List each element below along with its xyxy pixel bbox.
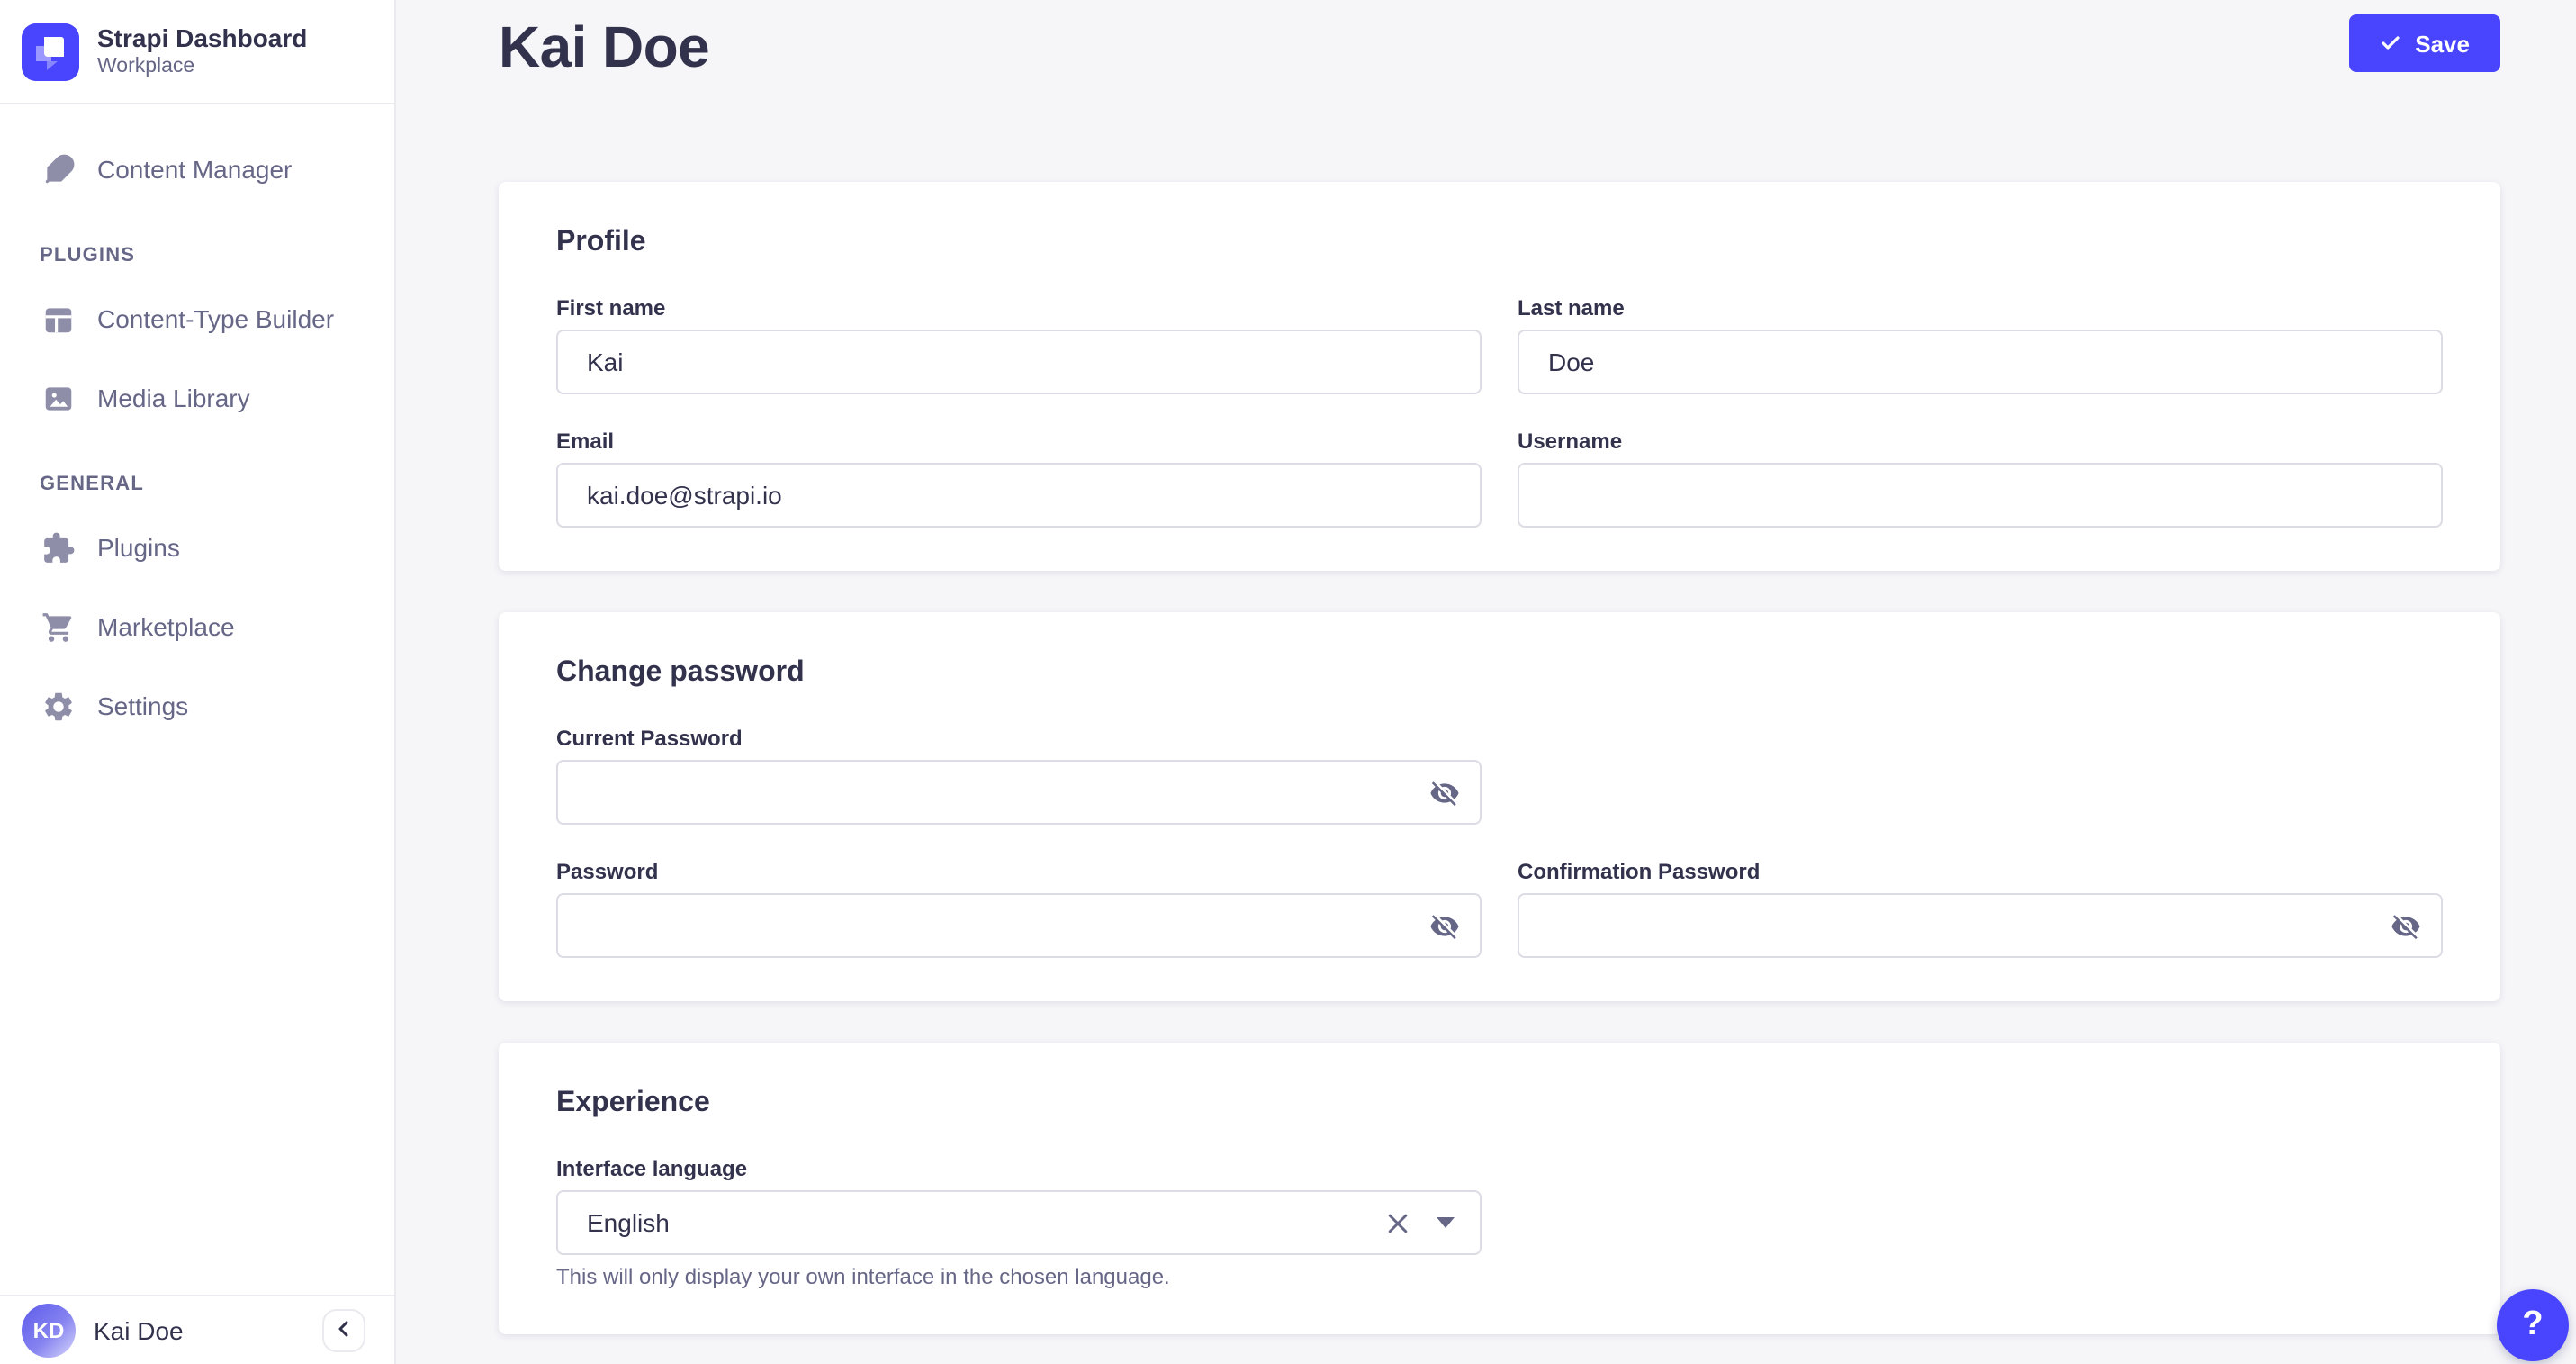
workspace-text: Strapi Dashboard Workplace bbox=[97, 23, 307, 80]
save-button-label: Save bbox=[2415, 30, 2470, 57]
eye-off-icon bbox=[1428, 777, 1459, 808]
password-section-title: Change password bbox=[556, 655, 2443, 691]
empty-grid-cell bbox=[1518, 724, 2443, 825]
app-title: Strapi Dashboard bbox=[97, 23, 307, 52]
workspace-name: Workplace bbox=[97, 56, 307, 79]
user-name: Kai Doe bbox=[94, 1316, 184, 1345]
feather-icon bbox=[40, 151, 76, 187]
sidebar-footer: KD Kai Doe bbox=[0, 1295, 394, 1364]
close-icon bbox=[1383, 1209, 1410, 1236]
layout-icon bbox=[40, 301, 76, 337]
first-name-label: First name bbox=[556, 294, 1482, 322]
last-name-input[interactable] bbox=[1518, 330, 2443, 394]
sidebar-item-content-type-builder[interactable]: Content-Type Builder bbox=[0, 286, 394, 351]
email-label: Email bbox=[556, 427, 1482, 456]
sidebar-item-label: Media Library bbox=[97, 384, 250, 412]
page-header: Kai Doe Save bbox=[499, 11, 2500, 182]
first-name-field-group: First name bbox=[556, 294, 1482, 394]
current-password-input[interactable] bbox=[556, 760, 1482, 825]
sidebar-nav: Content Manager PLUGINS Content-Type Bui… bbox=[0, 104, 394, 1295]
first-name-input[interactable] bbox=[556, 330, 1482, 394]
sidebar-item-marketplace[interactable]: Marketplace bbox=[0, 594, 394, 659]
clear-language-button[interactable] bbox=[1379, 1205, 1415, 1241]
toggle-current-password-visibility-button[interactable] bbox=[1424, 772, 1464, 812]
picture-icon bbox=[40, 380, 76, 416]
sidebar-section-plugins: PLUGINS bbox=[40, 245, 394, 266]
confirm-password-field-group: Confirmation Password bbox=[1518, 857, 2443, 958]
toggle-password-visibility-button[interactable] bbox=[1424, 906, 1464, 945]
sidebar-item-settings[interactable]: Settings bbox=[0, 673, 394, 738]
sidebar-section-general: GENERAL bbox=[40, 474, 394, 495]
eye-off-icon bbox=[2390, 910, 2420, 941]
username-field-group: Username bbox=[1518, 427, 2443, 528]
chevron-down-icon bbox=[1437, 1217, 1455, 1228]
save-button[interactable]: Save bbox=[2348, 14, 2500, 72]
password-field-group: Password bbox=[556, 857, 1482, 958]
current-password-label: Current Password bbox=[556, 724, 1482, 753]
sidebar-item-label: Plugins bbox=[97, 533, 180, 562]
confirm-password-input[interactable] bbox=[1518, 893, 2443, 958]
toggle-confirm-password-visibility-button[interactable] bbox=[2385, 906, 2425, 945]
help-button[interactable]: ? bbox=[2497, 1289, 2569, 1361]
username-label: Username bbox=[1518, 427, 2443, 456]
password-input[interactable] bbox=[556, 893, 1482, 958]
email-field[interactable] bbox=[556, 463, 1482, 528]
interface-language-value: English bbox=[587, 1208, 670, 1237]
eye-off-icon bbox=[1428, 910, 1459, 941]
gear-icon bbox=[40, 688, 76, 724]
chevron-left-icon bbox=[333, 1317, 355, 1344]
sidebar-item-label: Settings bbox=[97, 691, 188, 720]
email-field-group: Email bbox=[556, 427, 1482, 528]
empty-grid-cell bbox=[1518, 1154, 2443, 1291]
interface-language-field-group: Interface language English bbox=[556, 1154, 1482, 1291]
interface-language-label: Interface language bbox=[556, 1154, 1482, 1183]
main-content: Kai Doe Save Profile First name bbox=[396, 0, 2576, 1364]
puzzle-icon bbox=[40, 529, 76, 565]
sidebar-item-label: Content Manager bbox=[97, 155, 292, 184]
page-title: Kai Doe bbox=[499, 14, 709, 81]
last-name-field-group: Last name bbox=[1518, 294, 2443, 394]
last-name-label: Last name bbox=[1518, 294, 2443, 322]
password-label: Password bbox=[556, 857, 1482, 886]
sidebar-item-plugins[interactable]: Plugins bbox=[0, 515, 394, 580]
avatar[interactable]: KD bbox=[22, 1304, 76, 1358]
current-password-field-group: Current Password bbox=[556, 724, 1482, 825]
strapi-logo-icon bbox=[22, 23, 79, 80]
check-icon bbox=[2379, 32, 2400, 54]
sidebar-item-label: Content-Type Builder bbox=[97, 304, 334, 333]
strapi-admin-app: Strapi Dashboard Workplace Content Manag… bbox=[0, 0, 2576, 1364]
confirm-password-label: Confirmation Password bbox=[1518, 857, 2443, 886]
open-language-dropdown-button[interactable] bbox=[1433, 1210, 1458, 1235]
workspace-header[interactable]: Strapi Dashboard Workplace bbox=[0, 0, 394, 104]
profile-section-title: Profile bbox=[556, 225, 2443, 261]
change-password-card: Change password Current Password bbox=[499, 612, 2500, 1001]
sidebar: Strapi Dashboard Workplace Content Manag… bbox=[0, 0, 396, 1364]
interface-language-help: This will only display your own interfac… bbox=[556, 1262, 1482, 1291]
profile-card: Profile First name Last name bbox=[499, 182, 2500, 571]
username-field[interactable] bbox=[1518, 463, 2443, 528]
sidebar-collapse-button[interactable] bbox=[322, 1309, 365, 1352]
sidebar-item-media-library[interactable]: Media Library bbox=[0, 366, 394, 430]
interface-language-select[interactable]: English bbox=[556, 1190, 1482, 1255]
cart-icon bbox=[40, 609, 76, 645]
sidebar-item-label: Marketplace bbox=[97, 612, 235, 641]
sidebar-item-content-manager[interactable]: Content Manager bbox=[0, 137, 394, 202]
experience-section-title: Experience bbox=[556, 1086, 2443, 1122]
experience-card: Experience Interface language English bbox=[499, 1043, 2500, 1334]
